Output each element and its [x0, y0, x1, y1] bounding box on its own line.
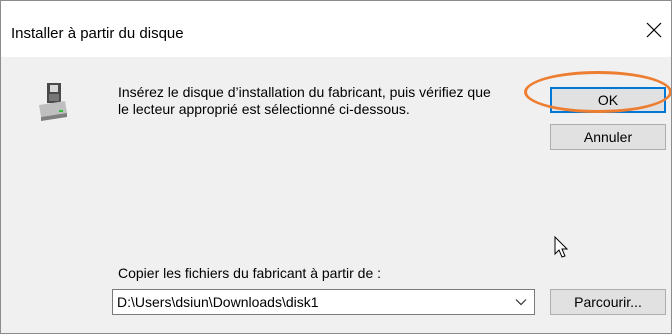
close-icon [646, 22, 662, 38]
ok-button[interactable]: OK [550, 87, 666, 113]
cancel-button[interactable]: Annuler [550, 124, 666, 150]
path-input[interactable] [113, 290, 508, 314]
window-title: Installer à partir du disque [11, 25, 184, 42]
floppy-disk-drive-icon [39, 83, 67, 121]
instruction-message: Insérez le disque d’installation du fabr… [118, 84, 538, 118]
title-bar: Installer à partir du disque [1, 1, 671, 57]
path-combobox[interactable] [112, 289, 535, 315]
close-button[interactable] [637, 13, 671, 47]
copy-from-label: Copier les fichiers du fabricant à parti… [118, 265, 382, 281]
message-line-1: Insérez le disque d’installation du fabr… [118, 84, 491, 100]
mouse-pointer-icon [554, 236, 569, 258]
install-from-disk-dialog: Installer à partir du disque Insérez le … [0, 0, 672, 334]
chevron-down-icon[interactable] [514, 295, 528, 309]
browse-button[interactable]: Parcourir... [550, 289, 666, 315]
message-line-2: le lecteur approprié est sélectionné ci-… [118, 101, 410, 117]
